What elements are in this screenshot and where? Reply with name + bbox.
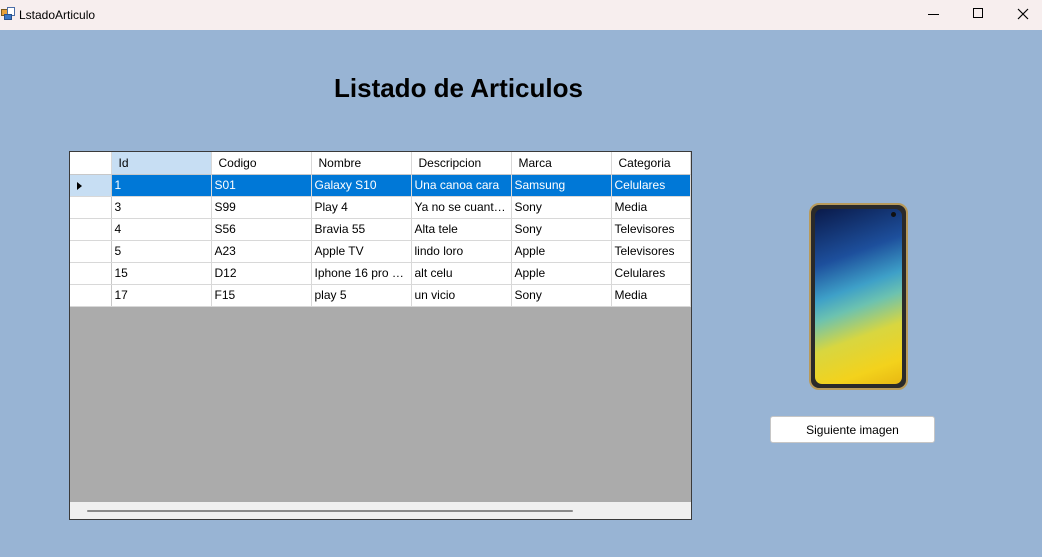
table-row[interactable]: 4 S56 Bravia 55 Alta tele Sony Televisor… — [70, 218, 691, 241]
table-row[interactable]: 15 D12 Iphone 16 pro max alt celu Apple … — [70, 262, 691, 285]
article-image — [809, 203, 908, 390]
cell-codigo[interactable]: A23 — [211, 240, 312, 263]
scrollbar-thumb[interactable] — [87, 510, 573, 512]
cell-codigo[interactable]: S56 — [211, 218, 312, 241]
horizontal-scrollbar[interactable] — [70, 502, 691, 519]
cell-nombre[interactable]: Apple TV — [311, 240, 412, 263]
cell-descripcion[interactable]: lindo loro — [411, 240, 512, 263]
cell-categoria[interactable]: Celulares — [611, 174, 691, 197]
cell-id[interactable]: 5 — [111, 240, 212, 263]
cell-nombre[interactable]: Galaxy S10 — [311, 174, 412, 197]
cell-categoria[interactable]: Celulares — [611, 262, 691, 285]
page-title: Listado de Articulos — [334, 73, 583, 103]
cell-nombre[interactable]: Play 4 — [311, 196, 412, 219]
cell-categoria[interactable]: Media — [611, 196, 691, 219]
close-icon — [1017, 8, 1029, 20]
column-header-marca[interactable]: Marca — [511, 152, 612, 175]
table-row[interactable]: 17 F15 play 5 un vicio Sony Media — [70, 284, 691, 307]
cell-categoria[interactable]: Televisores — [611, 240, 691, 263]
cell-descripcion[interactable]: alt celu — [411, 262, 512, 285]
cell-marca[interactable]: Apple — [511, 240, 612, 263]
column-header-nombre[interactable]: Nombre — [311, 152, 412, 175]
row-header[interactable] — [70, 240, 112, 263]
table-row[interactable]: 3 S99 Play 4 Ya no se cuantas... Sony Me… — [70, 196, 691, 219]
window-title: LstadoArticulo — [19, 8, 96, 22]
cell-descripcion[interactable]: un vicio — [411, 284, 512, 307]
current-row-arrow-icon — [77, 181, 82, 190]
row-header[interactable] — [70, 218, 112, 241]
cell-nombre[interactable]: Bravia 55 — [311, 218, 412, 241]
cell-id[interactable]: 4 — [111, 218, 212, 241]
table-row[interactable]: 5 A23 Apple TV lindo loro Apple Televiso… — [70, 240, 691, 263]
header-row: Id Codigo Nombre Descripcion Marca Categ… — [70, 152, 691, 175]
cell-id[interactable]: 1 — [111, 174, 212, 197]
cell-codigo[interactable]: S01 — [211, 174, 312, 197]
maximize-icon — [973, 8, 983, 18]
phone-screen — [815, 209, 902, 384]
column-header-id[interactable]: Id — [111, 152, 212, 175]
cell-marca[interactable]: Sony — [511, 218, 612, 241]
maximize-button[interactable] — [955, 0, 1001, 30]
articles-table: Id Codigo Nombre Descripcion Marca Categ… — [70, 152, 691, 307]
minimize-icon — [928, 14, 939, 15]
table-row[interactable]: 1 S01 Galaxy S10 Una canoa cara Samsung … — [70, 174, 691, 197]
cell-nombre[interactable]: Iphone 16 pro max — [311, 262, 412, 285]
cell-marca[interactable]: Apple — [511, 262, 612, 285]
cell-id[interactable]: 15 — [111, 262, 212, 285]
cell-nombre[interactable]: play 5 — [311, 284, 412, 307]
row-header[interactable] — [70, 284, 112, 307]
column-header-descripcion[interactable]: Descripcion — [411, 152, 512, 175]
cell-marca[interactable]: Samsung — [511, 174, 612, 197]
app-icon — [1, 7, 15, 21]
cell-codigo[interactable]: D12 — [211, 262, 312, 285]
window-titlebar[interactable]: LstadoArticulo — [0, 0, 1042, 30]
row-header[interactable] — [70, 262, 112, 285]
close-button[interactable] — [1000, 0, 1042, 30]
cell-descripcion[interactable]: Alta tele — [411, 218, 512, 241]
minimize-button[interactable] — [910, 0, 956, 30]
cell-descripcion[interactable]: Ya no se cuantas... — [411, 196, 512, 219]
camera-icon — [891, 212, 896, 217]
column-header-categoria[interactable]: Categoria — [611, 152, 691, 175]
row-header[interactable] — [70, 174, 112, 197]
articles-grid[interactable]: Id Codigo Nombre Descripcion Marca Categ… — [69, 151, 692, 520]
cell-codigo[interactable]: F15 — [211, 284, 312, 307]
header-corner[interactable] — [70, 152, 112, 175]
next-image-button[interactable]: Siguiente imagen — [770, 416, 935, 443]
row-header[interactable] — [70, 196, 112, 219]
cell-marca[interactable]: Sony — [511, 284, 612, 307]
cell-id[interactable]: 3 — [111, 196, 212, 219]
cell-codigo[interactable]: S99 — [211, 196, 312, 219]
cell-categoria[interactable]: Media — [611, 284, 691, 307]
cell-id[interactable]: 17 — [111, 284, 212, 307]
cell-descripcion[interactable]: Una canoa cara — [411, 174, 512, 197]
cell-categoria[interactable]: Televisores — [611, 218, 691, 241]
column-header-codigo[interactable]: Codigo — [211, 152, 312, 175]
cell-marca[interactable]: Sony — [511, 196, 612, 219]
